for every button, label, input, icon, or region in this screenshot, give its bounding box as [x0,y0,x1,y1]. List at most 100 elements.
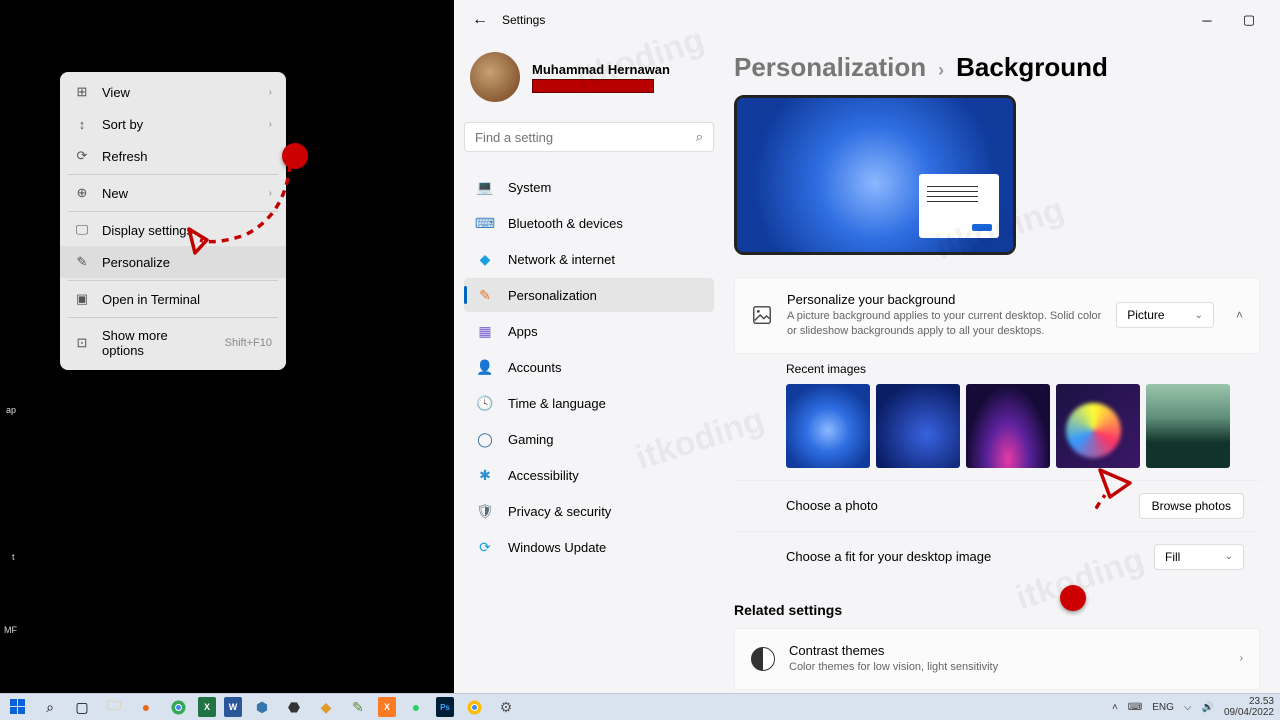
ctx-label: Refresh [102,149,272,164]
taskbar-app[interactable]: ⬣ [282,697,306,717]
search-icon: ⌕ [696,129,703,145]
chevron-down-icon: ⌄ [1225,551,1233,562]
sidebar-item-bluetooth[interactable]: ⌨Bluetooth & devices [464,206,714,240]
annotation-dot [1060,585,1086,611]
dropdown-value: Picture [1127,308,1164,322]
sidebar-item-label: Personalization [508,288,597,303]
taskbar-excel[interactable]: X [198,697,216,717]
tray-lang-icon[interactable]: ⌨ [1128,702,1142,713]
tray-lang-code[interactable]: ENG [1152,702,1174,713]
terminal-icon: ▣ [74,291,90,307]
breadcrumb-parent[interactable]: Personalization [734,52,926,83]
taskbar-settings[interactable]: ⚙ [494,697,518,717]
profile-block[interactable]: Muhammad Hernawan [464,48,714,118]
chevron-right-icon: › [938,60,944,81]
grid-icon: ⊞ [74,84,90,100]
ctx-label: New [102,186,257,201]
sidebar-item-label: Windows Update [508,540,606,555]
taskbar-xampp[interactable]: X [378,697,396,717]
search-input[interactable] [475,130,696,145]
ctx-refresh[interactable]: ⟳ Refresh [60,140,286,172]
gamepad-icon: ◯ [476,430,494,448]
maximize-button[interactable]: ▢ [1228,6,1270,34]
sidebar-item-accessibility[interactable]: ✱Accessibility [464,458,714,492]
ctx-new[interactable]: ⊕ New › [60,177,286,209]
taskbar-word[interactable]: W [224,697,242,717]
task-view-button[interactable]: ▢ [70,697,94,717]
taskbar-photoshop[interactable]: Ps [436,697,454,717]
sidebar-item-time[interactable]: 🕓 Time & language [464,386,714,420]
taskbar-app[interactable] [462,697,486,717]
accessibility-icon: ✱ [476,466,494,484]
card-title: Contrast themes [789,643,1226,658]
recent-image-thumb[interactable] [876,384,960,468]
profile-name: Muhammad Hernawan [532,62,670,77]
sidebar-item-personalization[interactable]: ✎Personalization [464,278,714,312]
taskbar-time: 23.53 [1224,696,1274,707]
recent-images-label: Recent images [786,362,1244,376]
system-icon: 💻 [476,178,494,196]
sidebar-item-accounts[interactable]: 👤Accounts [464,350,714,384]
taskbar-python[interactable]: ⬢ [250,697,274,717]
apps-icon: ▦ [476,322,494,340]
search-box[interactable]: ⌕ [464,122,714,152]
sidebar-item-label: Accounts [508,360,561,375]
contrast-themes-row[interactable]: Contrast themes Color themes for low vis… [734,628,1260,690]
background-type-dropdown[interactable]: Picture ⌄ [1116,302,1214,328]
taskbar-app[interactable]: ◆ [314,697,338,717]
taskbar-explorer[interactable]: 🗀 [102,697,126,717]
desktop-area[interactable]: ap t MF ⊞ View › ↕ Sort by › ⟳ Refresh ⊕… [0,0,454,693]
recent-image-thumb[interactable] [786,384,870,468]
annotation-dot [282,143,308,169]
desktop-icon-label: ap [6,405,16,415]
volume-icon[interactable]: 🔊 [1201,702,1213,713]
display-icon: 🖵 [74,222,90,238]
window-title: Settings [502,13,545,27]
wifi-icon[interactable]: ⌵ [1184,702,1192,713]
recent-images-block: Recent images [734,358,1260,480]
system-tray[interactable]: ˄ ⌨ ENG ⌵ 🔊 23.53 09/04/2022 [1112,696,1274,718]
tray-overflow-icon[interactable]: ˄ [1112,702,1118,713]
desktop-preview [734,95,1016,255]
taskbar-search-button[interactable]: ⌕ [38,697,62,717]
sidebar-item-privacy[interactable]: 🛡Privacy & security [464,494,714,528]
ctx-label: View [102,85,257,100]
taskbar-clock[interactable]: 23.53 09/04/2022 [1224,696,1274,718]
sidebar-item-label: Time & language [508,396,606,411]
minimize-button[interactable]: ─ [1186,6,1228,34]
taskbar-app[interactable]: ✎ [346,697,370,717]
bluetooth-icon: ⌨ [476,214,494,232]
contrast-icon [751,647,775,671]
chevron-up-icon[interactable]: ˄ [1236,308,1243,322]
more-icon: ⊡ [74,335,90,351]
clock-icon: 🕓 [476,394,494,412]
sidebar-item-system[interactable]: 💻System [464,170,714,204]
sidebar-item-label: Network & internet [508,252,615,267]
start-button[interactable] [6,697,30,717]
personalize-background-card[interactable]: Personalize your background A picture ba… [734,277,1260,354]
breadcrumb: Personalization › Background [734,52,1260,83]
sidebar-item-update[interactable]: ⟳Windows Update [464,530,714,564]
sidebar-item-apps[interactable]: ▦Apps [464,314,714,348]
ctx-shortcut: Shift+F10 [225,337,272,349]
titlebar: ← Settings ─ ▢ [454,0,1280,40]
recent-image-thumb[interactable] [1146,384,1230,468]
sidebar-item-label: Gaming [508,432,554,447]
choose-photo-row: Choose a photo Browse photos [734,480,1260,531]
taskbar-whatsapp[interactable]: ● [404,697,428,717]
sidebar-item-gaming[interactable]: ◯ Gaming [464,422,714,456]
sidebar-item-network[interactable]: ◆Network & internet [464,242,714,276]
related-settings-heading: Related settings [734,602,1260,618]
recent-image-thumb[interactable] [1056,384,1140,468]
taskbar-firefox[interactable]: ● [134,697,158,717]
ctx-view[interactable]: ⊞ View › [60,76,286,108]
taskbar-chrome[interactable] [166,697,190,717]
sort-icon: ↕ [74,116,90,132]
ctx-sort-by[interactable]: ↕ Sort by › [60,108,286,140]
profile-email-redacted [532,79,654,93]
shield-icon: 🛡 [476,502,494,520]
divider [68,211,278,212]
main-content: Personalization › Background Personalize… [724,40,1280,693]
recent-image-thumb[interactable] [966,384,1050,468]
back-button[interactable]: ← [464,4,496,36]
